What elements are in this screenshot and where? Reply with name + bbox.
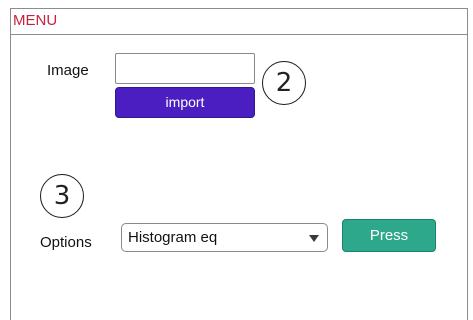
import-button[interactable]: import — [115, 87, 255, 118]
image-field[interactable] — [115, 53, 255, 84]
app-window: MENU Image import 2 3 Options Histogram … — [10, 8, 468, 320]
options-select[interactable]: Histogram eq — [121, 223, 328, 252]
image-label: Image — [47, 62, 89, 79]
options-label: Options — [40, 234, 92, 251]
options-selected-value: Histogram eq — [128, 229, 218, 246]
step-2-marker: 2 — [262, 61, 306, 105]
step-3-marker: 3 — [40, 174, 84, 218]
caret-down-icon[interactable] — [309, 235, 319, 242]
press-button[interactable]: Press — [342, 219, 436, 252]
menu-bar[interactable]: MENU — [11, 9, 467, 35]
menu-label[interactable]: MENU — [13, 12, 57, 30]
